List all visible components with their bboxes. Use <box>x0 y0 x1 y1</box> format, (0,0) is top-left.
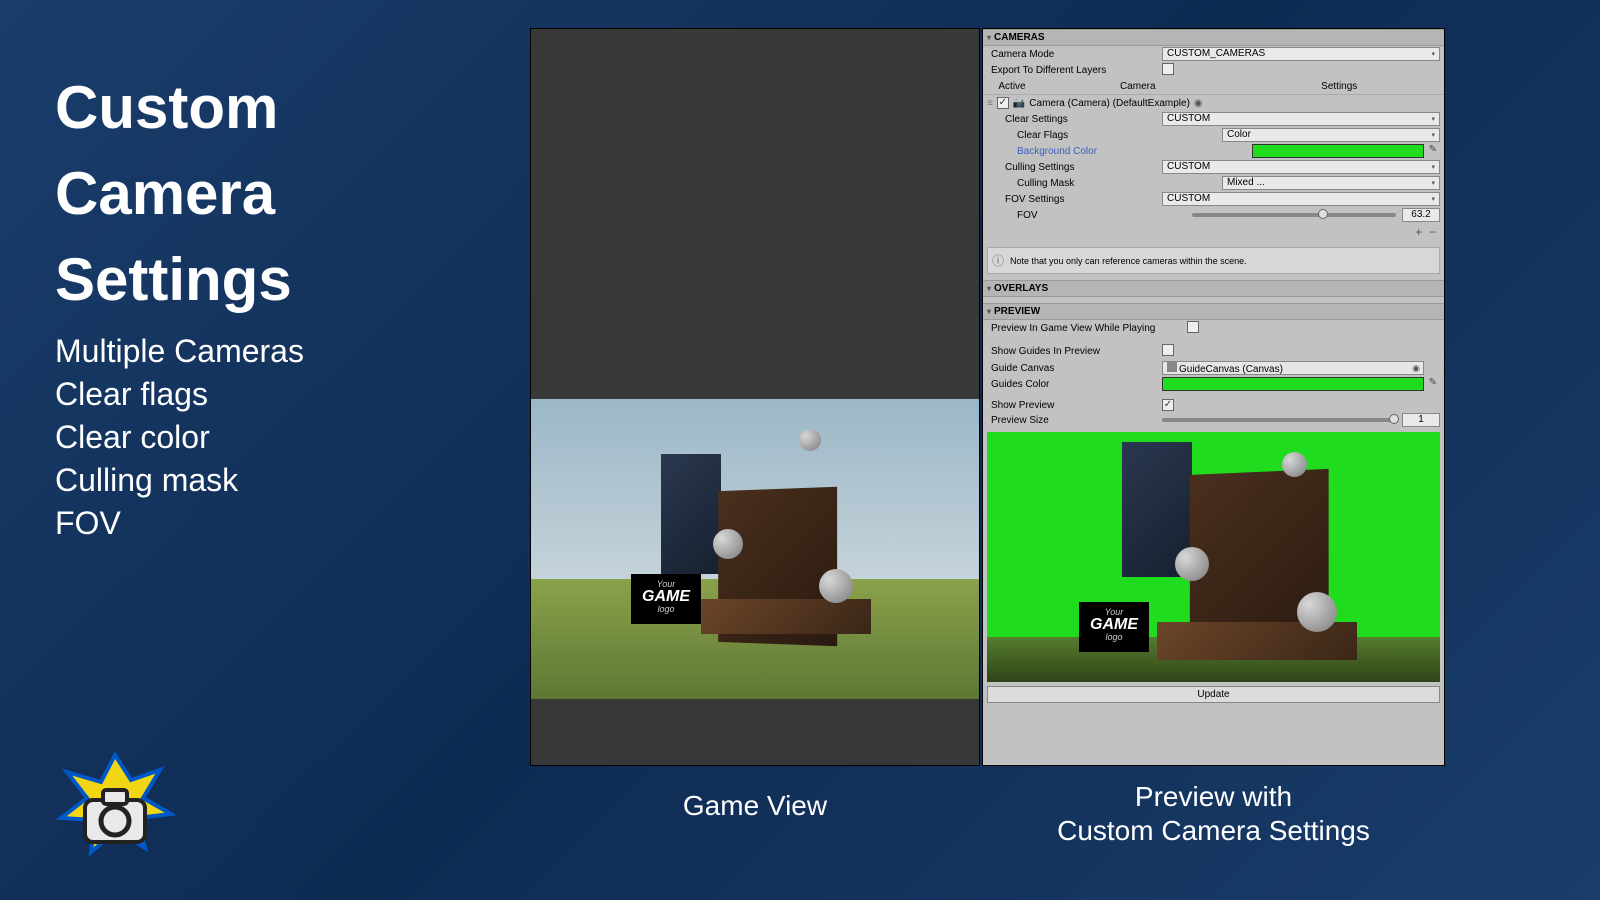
camera-mode-label: Camera Mode <box>987 49 1162 60</box>
screenshot-logo-icon <box>55 750 175 860</box>
culling-mask-label: Culling Mask <box>987 178 1162 189</box>
game-view-scene: Your GAME logo <box>531 399 979 699</box>
blue-tower <box>661 454 721 574</box>
preview-size-label: Preview Size <box>987 415 1162 426</box>
sphere <box>713 529 743 559</box>
title-line-1: Custom <box>55 75 485 141</box>
camera-icon: 📷 <box>1013 98 1025 109</box>
brown-platform <box>701 599 871 634</box>
background-color-swatch[interactable] <box>1252 144 1424 158</box>
show-preview-label: Show Preview <box>987 400 1162 411</box>
sphere <box>1175 547 1209 581</box>
remove-camera-button[interactable]: − <box>1429 225 1436 239</box>
export-layers-label: Export To Different Layers <box>987 65 1162 76</box>
camera-mode-dropdown[interactable]: CUSTOM_CAMERAS <box>1162 47 1440 61</box>
culling-settings-label: Culling Settings <box>987 162 1162 173</box>
guides-color-swatch[interactable] <box>1162 377 1424 391</box>
fov-settings-label: FOV Settings <box>987 194 1162 205</box>
fov-label: FOV <box>987 210 1162 221</box>
title-line-3: Settings <box>55 247 485 313</box>
update-button[interactable]: Update <box>987 686 1440 703</box>
game-logo-billboard: Your GAME logo <box>1079 602 1149 652</box>
bullet-item: Multiple Cameras <box>55 333 485 370</box>
preview-scene: Your GAME logo <box>987 432 1440 682</box>
preview-in-game-checkbox[interactable] <box>1187 321 1199 333</box>
bullet-list: Multiple Cameras Clear flags Clear color… <box>55 333 485 542</box>
game-logo-billboard: Your GAME logo <box>631 574 701 624</box>
bullet-item: Culling mask <box>55 462 485 499</box>
gameview-caption: Game View <box>530 790 980 822</box>
guide-canvas-label: Guide Canvas <box>987 363 1162 374</box>
game-view-panel: Your GAME logo <box>530 28 980 766</box>
inspector-panel: CAMERAS Camera Mode CUSTOM_CAMERAS Expor… <box>982 28 1445 766</box>
fov-value-field[interactable]: 63.2 <box>1402 208 1440 222</box>
clear-settings-label: Clear Settings <box>987 114 1162 125</box>
info-note: Note that you only can reference cameras… <box>987 247 1440 274</box>
bullet-item: Clear flags <box>55 376 485 413</box>
drag-handle-icon[interactable]: ≡ <box>987 98 993 109</box>
show-guides-checkbox[interactable] <box>1162 344 1174 356</box>
culling-settings-dropdown[interactable]: CUSTOM <box>1162 160 1440 174</box>
camera-entry-row[interactable]: ≡ 📷 Camera (Camera) (DefaultExample) ◉ <box>983 95 1444 111</box>
show-preview-checkbox[interactable] <box>1162 399 1174 411</box>
camera-entry-name: Camera (Camera) (DefaultExample) <box>1029 98 1190 109</box>
slide-title-block: Custom Camera Settings Multiple Cameras … <box>55 75 485 548</box>
object-picker-icon[interactable]: ◉ <box>1194 98 1203 109</box>
preview-in-game-label: Preview In Game View While Playing <box>987 323 1187 334</box>
clear-flags-dropdown[interactable]: Color <box>1222 128 1440 142</box>
fov-slider[interactable] <box>1192 213 1396 217</box>
guides-color-label: Guides Color <box>987 379 1162 390</box>
background-color-label: Background Color <box>987 146 1162 157</box>
camera-active-checkbox[interactable] <box>997 97 1009 109</box>
canvas-icon <box>1167 362 1177 372</box>
preview-size-field[interactable]: 1 <box>1402 413 1440 427</box>
camera-table-header: Active Camera Settings <box>983 79 1444 95</box>
bullet-item: Clear color <box>55 419 485 456</box>
show-guides-label: Show Guides In Preview <box>987 346 1162 357</box>
sphere <box>1297 592 1337 632</box>
sphere <box>799 429 821 451</box>
preview-size-slider[interactable] <box>1162 418 1396 422</box>
bullet-item: FOV <box>55 505 485 542</box>
clear-settings-dropdown[interactable]: CUSTOM <box>1162 112 1440 126</box>
preview-caption: Preview with Custom Camera Settings <box>982 780 1445 847</box>
sphere <box>1282 452 1307 477</box>
fov-settings-dropdown[interactable]: CUSTOM <box>1162 192 1440 206</box>
guide-canvas-field[interactable]: GuideCanvas (Canvas) <box>1162 361 1424 375</box>
preview-section-header[interactable]: PREVIEW <box>983 303 1444 320</box>
cameras-section-header[interactable]: CAMERAS <box>983 29 1444 46</box>
add-camera-button[interactable]: + <box>1415 225 1422 239</box>
title-line-2: Camera <box>55 161 485 227</box>
export-layers-checkbox[interactable] <box>1162 63 1174 75</box>
sphere <box>819 569 853 603</box>
clear-flags-label: Clear Flags <box>987 130 1162 141</box>
culling-mask-dropdown[interactable]: Mixed ... <box>1222 176 1440 190</box>
overlays-section-header[interactable]: OVERLAYS <box>983 280 1444 297</box>
